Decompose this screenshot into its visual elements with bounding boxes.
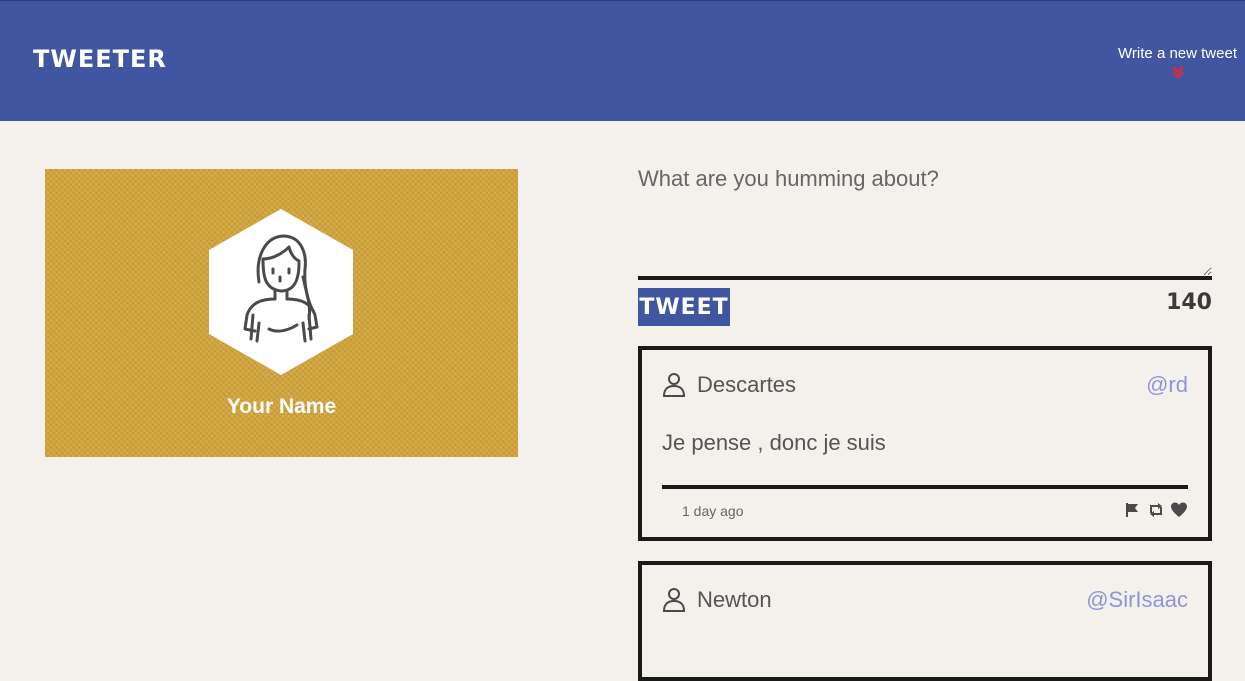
tweet-card: Newton @SirIsaac — [638, 561, 1212, 681]
brand-logo[interactable]: TWEETER — [33, 45, 167, 73]
tweet-timestamp: 1 day ago — [682, 503, 744, 519]
profile-name: Your Name — [226, 395, 337, 418]
tweet-author-name: Newton — [697, 587, 772, 612]
write-new-tweet-label[interactable]: Write a new tweet — [1118, 45, 1237, 62]
tweet-divider — [662, 485, 1188, 489]
tweet-content: Je pense , donc je suis — [662, 430, 886, 455]
tweet-card: Descartes @rd Je pense , donc je suis 1 … — [638, 346, 1212, 541]
user-icon — [662, 373, 686, 397]
retweet-icon[interactable] — [1147, 501, 1165, 519]
profile-card: Your Name — [45, 169, 518, 457]
top-nav: TWEETER Write a new tweet — [0, 0, 1245, 121]
user-icon — [662, 588, 686, 612]
tweet-author-handle[interactable]: @SirIsaac — [1086, 587, 1188, 613]
double-chevron-down-icon[interactable] — [1170, 64, 1186, 80]
person-avatar-icon — [209, 209, 353, 375]
tweet-composer: TWEET 140 — [638, 160, 1212, 326]
heart-icon[interactable] — [1170, 501, 1188, 519]
tweet-input[interactable] — [638, 160, 1212, 280]
tweet-author-handle[interactable]: @rd — [1146, 372, 1188, 398]
tweet-actions — [1124, 501, 1188, 519]
character-counter: 140 — [1166, 290, 1212, 315]
write-new-tweet-toggle[interactable]: Write a new tweet — [1118, 45, 1237, 80]
flag-icon[interactable] — [1124, 501, 1142, 519]
tweet-author-name: Descartes — [697, 372, 797, 397]
tweet-submit-button[interactable]: TWEET — [638, 288, 730, 326]
